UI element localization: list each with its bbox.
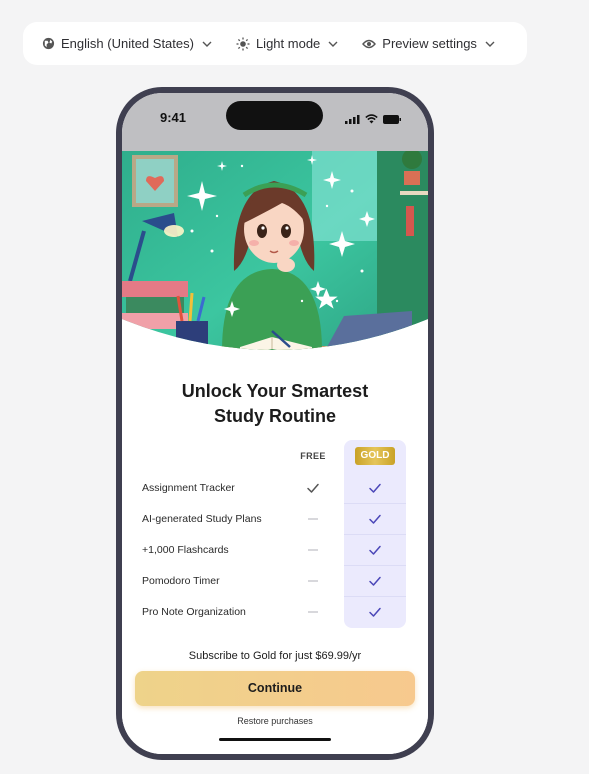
- status-bar: 9:41: [122, 93, 428, 153]
- gold-check-icon: [367, 511, 383, 527]
- paywall-title-line-2: Study Routine: [214, 406, 336, 426]
- theme-mode-label: Light mode: [255, 36, 321, 51]
- phone-screen: 9:41 Unlock Your Smartest Study Routine …: [122, 93, 428, 754]
- globe-icon: [41, 37, 55, 51]
- feature-label: Pomodoro Timer: [142, 575, 220, 587]
- restore-purchases-link[interactable]: Restore purchases: [122, 716, 428, 726]
- chevron-down-icon: [202, 39, 212, 49]
- status-time: 9:41: [160, 110, 187, 125]
- language-selector[interactable]: English (United States): [41, 36, 212, 51]
- free-column-header: FREE: [300, 451, 326, 461]
- language-label: English (United States): [61, 36, 194, 51]
- paywall-title-line-1: Unlock Your Smartest: [181, 381, 369, 401]
- eye-icon: [362, 37, 377, 51]
- feature-row: Pomodoro Timer: [122, 566, 428, 597]
- feature-label: +1,000 Flashcards: [142, 544, 229, 556]
- subscribe-text: Subscribe to Gold for just $69.99/yr: [188, 650, 362, 662]
- chevron-down-icon: [328, 39, 338, 49]
- sun-icon: [236, 37, 250, 51]
- free-check-icon: [305, 480, 321, 496]
- status-icons: [345, 111, 401, 129]
- free-dash-icon: [305, 573, 321, 589]
- hero-illustration: [122, 151, 428, 381]
- preview-settings-label: Preview settings: [382, 36, 477, 51]
- feature-label: Pro Note Organization: [142, 606, 246, 618]
- free-dash-icon: [305, 542, 321, 558]
- gold-check-icon: [367, 573, 383, 589]
- free-dash-icon: [305, 511, 321, 527]
- preview-settings-selector[interactable]: Preview settings: [362, 36, 495, 51]
- gold-badge: GOLD: [355, 447, 395, 465]
- home-indicator: [219, 738, 331, 741]
- preview-toolbar: English (United States) Light mode Previ…: [23, 22, 527, 65]
- feature-row: Assignment Tracker: [122, 473, 428, 504]
- feature-label: Assignment Tracker: [142, 482, 235, 494]
- feature-row: Pro Note Organization: [122, 597, 428, 628]
- dynamic-island: [226, 101, 323, 130]
- gold-check-icon: [367, 480, 383, 496]
- chevron-down-icon: [485, 39, 495, 49]
- battery-icon: [383, 111, 401, 129]
- signal-icon: [345, 111, 360, 129]
- feature-label: AI-generated Study Plans: [142, 513, 262, 525]
- continue-button[interactable]: Continue: [135, 671, 415, 706]
- feature-row: AI-generated Study Plans: [122, 504, 428, 535]
- feature-row: +1,000 Flashcards: [122, 535, 428, 566]
- gold-check-icon: [367, 604, 383, 620]
- wifi-icon: [365, 111, 378, 129]
- theme-mode-selector[interactable]: Light mode: [236, 36, 338, 51]
- gold-check-icon: [367, 542, 383, 558]
- free-dash-icon: [305, 604, 321, 620]
- paywall-title: Unlock Your Smartest Study Routine: [122, 379, 428, 429]
- phone-frame: 9:41 Unlock Your Smartest Study Routine …: [116, 87, 434, 760]
